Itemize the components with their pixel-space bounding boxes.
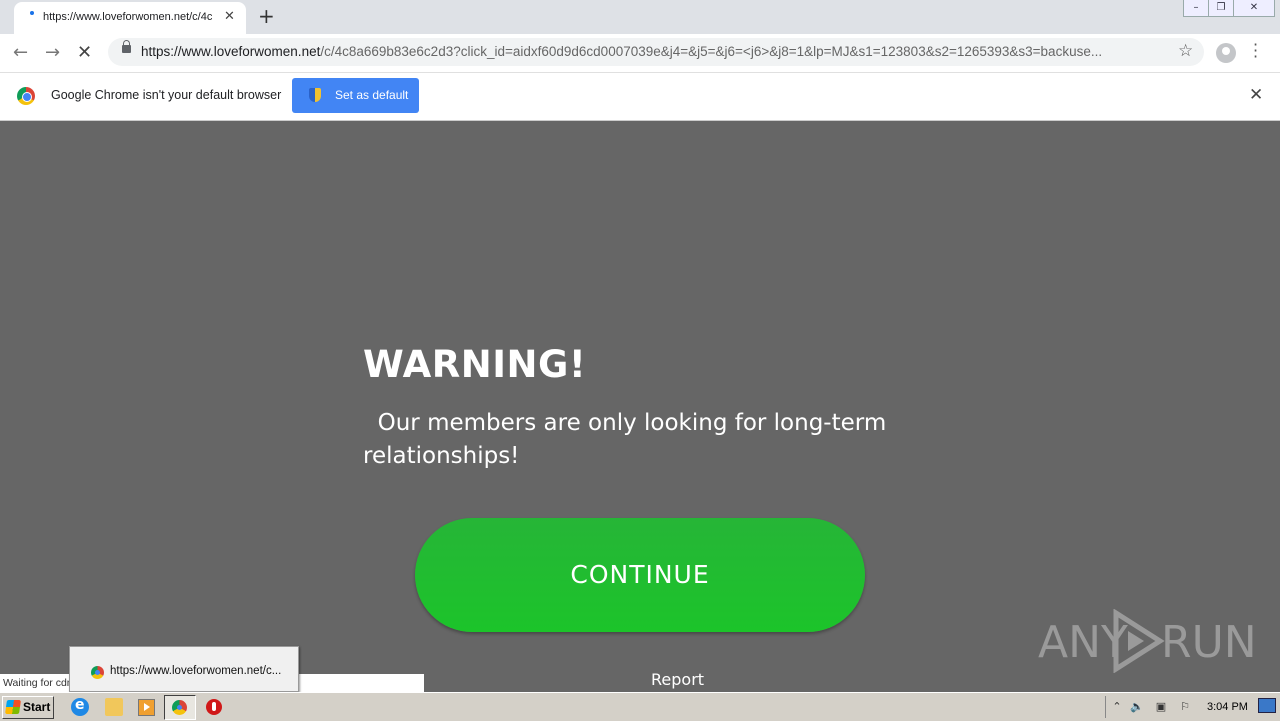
- media-player-icon[interactable]: [138, 699, 155, 716]
- play-logo-icon: [1113, 609, 1165, 673]
- tab-close-icon[interactable]: ✕: [224, 9, 235, 24]
- back-icon[interactable]: ←: [13, 42, 28, 63]
- show-desktop-icon[interactable]: [1258, 698, 1276, 713]
- chrome-icon: [172, 700, 187, 715]
- url-path: /c/4c8a669b83e6c2d3?click_id=aidxf60d9d6…: [320, 44, 1103, 59]
- menu-icon[interactable]: · · ·: [1253, 37, 1258, 65]
- address-bar[interactable]: https://www.loveforwomen.net/c/4c8a669b8…: [108, 38, 1204, 66]
- star-icon[interactable]: ☆: [1178, 41, 1193, 61]
- chrome-icon: [91, 666, 104, 679]
- page-content: WARNING! Our members are only looking fo…: [0, 121, 1280, 692]
- infobar-message: Google Chrome isn't your default browser: [51, 88, 282, 102]
- lock-icon[interactable]: [122, 40, 131, 53]
- windows-logo-icon: [5, 700, 21, 714]
- report-link[interactable]: Report: [651, 670, 704, 689]
- forward-icon[interactable]: →: [45, 42, 60, 63]
- ie-icon[interactable]: [71, 697, 89, 716]
- opera-icon[interactable]: [206, 699, 222, 715]
- loading-icon: [30, 11, 34, 15]
- tab-strip: https://www.loveforwomen.net/c/4c ✕ + – …: [0, 0, 1280, 34]
- chrome-logo-icon: [17, 87, 35, 105]
- infobar-close-icon[interactable]: ✕: [1249, 85, 1263, 105]
- new-tab-button[interactable]: +: [258, 4, 275, 28]
- volume-icon[interactable]: 🔈: [1130, 700, 1144, 714]
- url-text[interactable]: https://www.loveforwomen.net/c/4c8a669b8…: [141, 44, 1165, 59]
- window-close-button[interactable]: ✕: [1233, 0, 1275, 17]
- shield-icon: [309, 88, 321, 102]
- profile-icon[interactable]: [1216, 43, 1236, 63]
- set-as-default-label: Set as default: [335, 88, 409, 102]
- watermark-run: RUN: [1161, 617, 1257, 668]
- stop-icon[interactable]: ✕: [77, 42, 92, 63]
- set-as-default-button[interactable]: Set as default: [292, 78, 419, 113]
- explorer-icon[interactable]: [105, 698, 123, 716]
- browser-toolbar: ← → ✕ https://www.loveforwomen.net/c/4c8…: [0, 34, 1280, 73]
- tab-title: https://www.loveforwomen.net/c/4c: [43, 11, 213, 23]
- continue-button[interactable]: CONTINUE: [415, 518, 865, 632]
- start-label: Start: [23, 700, 51, 714]
- tooltip-text: https://www.loveforwomen.net/c...: [110, 665, 282, 677]
- clock[interactable]: 3:04 PM: [1207, 701, 1248, 713]
- network-icon[interactable]: ▣: [1154, 700, 1168, 714]
- chrome-taskbar-button[interactable]: [164, 695, 196, 720]
- windows-taskbar: Start ⌃ 🔈 ▣ ⚐ 3:04 PM: [0, 692, 1280, 721]
- warning-subtext: Our members are only looking for long-te…: [363, 410, 894, 469]
- warning-heading: WARNING!: [363, 343, 587, 386]
- start-button[interactable]: Start: [2, 696, 54, 719]
- url-domain: https://www.loveforwomen.net: [141, 44, 321, 59]
- taskbar-tooltip: https://www.loveforwomen.net/c...: [69, 646, 299, 692]
- default-browser-infobar: Google Chrome isn't your default browser…: [0, 73, 1280, 121]
- action-center-flag-icon[interactable]: ⚐: [1178, 700, 1192, 714]
- system-tray: ⌃ 🔈 ▣ ⚐: [1105, 696, 1280, 718]
- browser-tab[interactable]: https://www.loveforwomen.net/c/4c ✕: [14, 2, 246, 34]
- status-bubble-extension: [296, 674, 424, 692]
- status-bubble: Waiting for cdn...: [0, 674, 73, 692]
- minimize-button[interactable]: –: [1183, 0, 1209, 17]
- restore-button[interactable]: ❐: [1208, 0, 1234, 17]
- tray-expand-icon[interactable]: ⌃: [1110, 700, 1124, 714]
